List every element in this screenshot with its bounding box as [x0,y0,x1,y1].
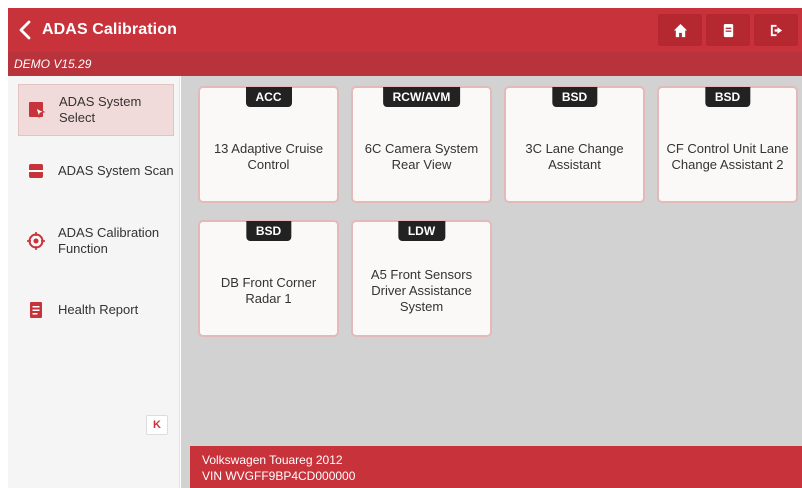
sidebar-item-label: ADAS Calibration Function [58,225,160,256]
system-label: DB Front Corner Radar 1 [220,274,317,306]
system-select-icon [25,98,49,122]
back-button[interactable] [8,8,42,52]
calibration-target-icon [24,229,48,253]
report-button[interactable] [706,14,750,46]
home-icon [673,23,687,37]
system-label: CF Control Unit Lane Change Assistant 2 [666,140,789,172]
system-card-rcw-avm[interactable]: RCW/AVM 6C Camera System Rear View [351,86,492,203]
vehicle-info-bar: Volkswagen Touareg 2012 VIN WVGFF9BP4CD0… [190,446,802,488]
system-badge: RCW/AVM [382,87,461,107]
collapse-sidebar-button[interactable]: K [146,415,168,435]
sidebar-item-system-select[interactable]: ADAS System Select [18,84,174,136]
system-card-acc[interactable]: ACC 13 Adaptive Cruise Control [198,86,339,203]
system-badge: BSD [704,87,751,107]
system-card-bsd-db[interactable]: BSD DB Front Corner Radar 1 [198,220,339,337]
sidebar-item-label: ADAS System Select [59,94,142,125]
system-badge: ACC [245,87,292,107]
health-report-icon [24,298,48,322]
version-label: DEMO V15.29 [14,57,92,71]
vehicle-model: Volkswagen Touareg 2012 [202,453,343,467]
home-button[interactable] [658,14,702,46]
report-icon [723,23,733,37]
system-badge: LDW [397,221,446,241]
system-grid: ACC 13 Adaptive Cruise Control RCW/AVM 6… [181,76,802,488]
system-badge: BSD [551,87,598,107]
system-label: 13 Adaptive Cruise Control [213,140,324,172]
system-badge: BSD [245,221,292,241]
system-card-bsd-3c[interactable]: BSD 3C Lane Change Assistant [504,86,645,203]
sidebar-item-label: Health Report [58,302,139,317]
chevron-left-icon [19,20,31,40]
title-bar: ADAS Calibration [8,8,802,52]
system-card-ldw[interactable]: LDW A5 Front Sensors Driver Assistance S… [351,220,492,337]
sidebar-item-health-report[interactable]: Health Report [18,296,174,324]
version-bar: DEMO V15.29 [8,52,802,76]
system-label: 6C Camera System Rear View [364,140,479,172]
sidebar-item-calibration-function[interactable]: ADAS Calibration Function [18,212,174,270]
collapse-icon: K [153,419,161,431]
sidebar: ADAS System Select ADAS System Scan ADAS… [8,76,180,488]
vehicle-vin: VIN WVGFF9BP4CD000000 [202,469,356,483]
sidebar-item-label: ADAS System Scan [58,163,174,178]
system-label: 3C Lane Change Assistant [525,140,624,172]
system-label: A5 Front Sensors Driver Assistance Syste… [370,266,473,314]
page-title: ADAS Calibration [42,21,177,38]
system-card-bsd-cf[interactable]: BSD CF Control Unit Lane Change Assistan… [657,86,798,203]
system-scan-icon [24,159,48,183]
exit-icon [770,24,782,36]
sidebar-item-system-scan[interactable]: ADAS System Scan [18,148,174,194]
exit-button[interactable] [754,14,798,46]
